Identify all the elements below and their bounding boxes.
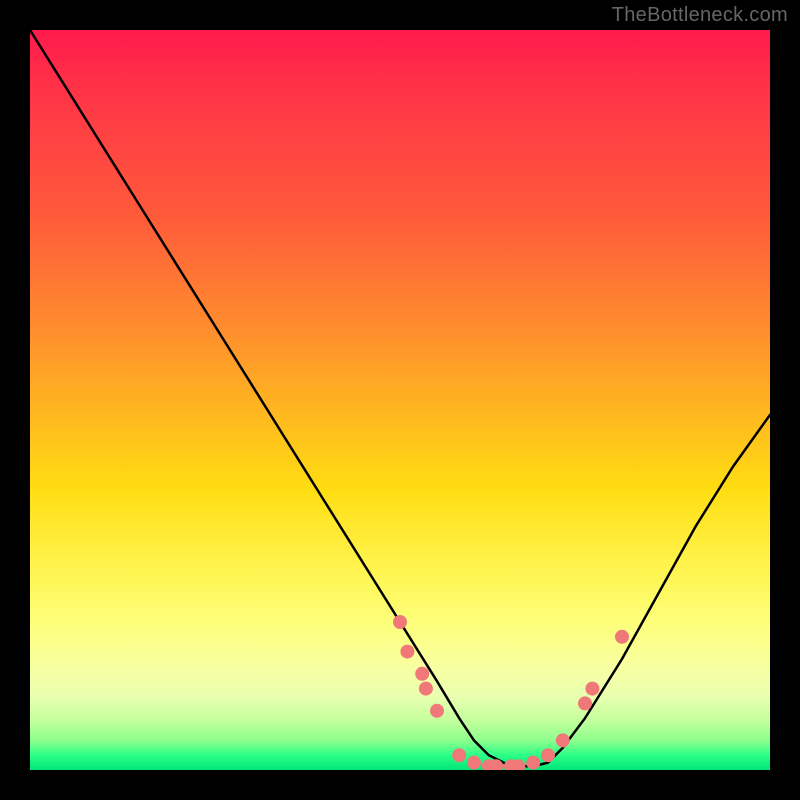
curve-line: [30, 30, 770, 766]
data-point: [556, 733, 570, 747]
data-point: [585, 682, 599, 696]
data-point: [430, 704, 444, 718]
chart-svg: [30, 30, 770, 770]
chart-stage: TheBottleneck.com: [0, 0, 800, 800]
data-point: [415, 667, 429, 681]
data-point: [615, 630, 629, 644]
plot-area: [30, 30, 770, 770]
data-point: [578, 696, 592, 710]
data-point: [393, 615, 407, 629]
data-point: [400, 645, 414, 659]
data-point: [541, 748, 555, 762]
data-point: [467, 756, 481, 770]
data-point: [526, 756, 540, 770]
data-point: [419, 682, 433, 696]
data-point: [452, 748, 466, 762]
data-markers: [393, 615, 629, 770]
watermark-label: TheBottleneck.com: [612, 4, 788, 27]
